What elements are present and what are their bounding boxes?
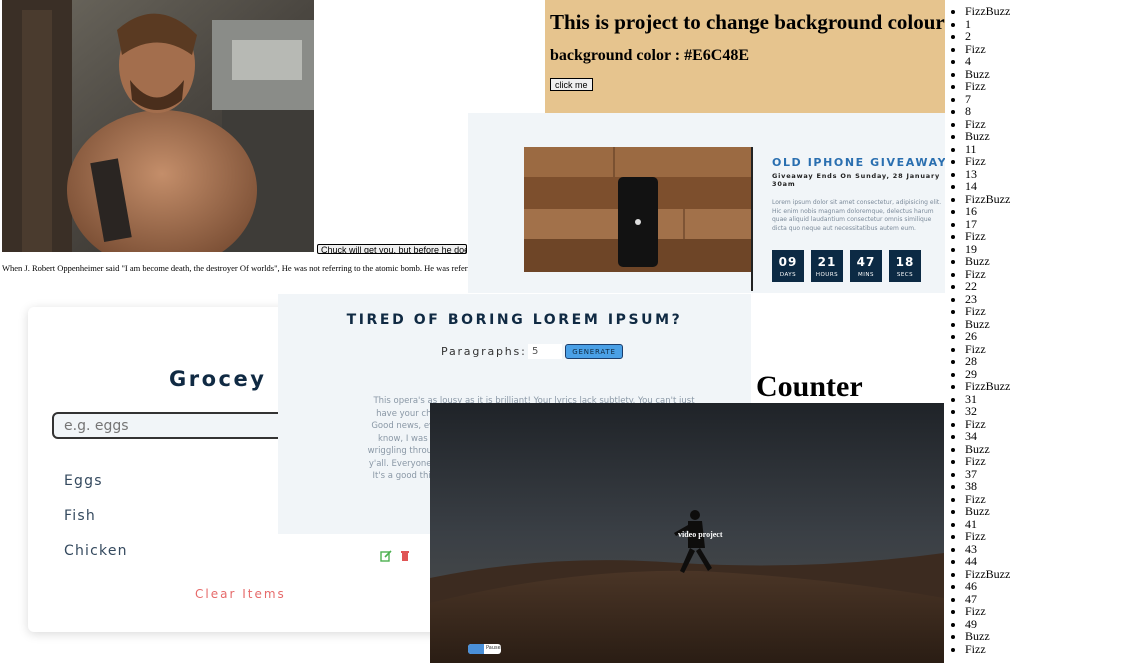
grocery-item: Chicken [64,543,128,559]
clear-items-button[interactable]: Clear Items [195,587,286,601]
fizzbuzz-item: Buzz [965,630,1010,643]
grocery-item: Eggs [64,473,103,489]
fizzbuzz-item: Fizz [965,530,1010,543]
fizzbuzz-item: Fizz [965,155,1010,168]
fizzbuzz-item: Fizz [965,455,1010,468]
countdown-label: HOURS [815,272,839,278]
fizzbuzz-item: 14 [965,180,1010,193]
fizzbuzz-item: Fizz [965,42,1010,56]
fizzbuzz-item: Buzz [965,505,1010,518]
paragraphs-label: Paragraphs: [441,345,527,358]
video-title: video project [678,530,723,539]
giveaway-description: Lorem ipsum dolor sit amet consectetur, … [772,199,942,232]
fizzbuzz-item: 34 [965,430,1010,443]
giveaway-divider [751,147,753,291]
countdown-value: 18 [895,255,915,269]
fizzbuzz-item: 7 [965,92,1010,106]
counter-panel: Counter [751,358,945,406]
generate-button[interactable]: GENERATE [565,344,623,359]
fizzbuzz-item: 44 [965,555,1010,568]
fizzbuzz-item: Fizz [965,305,1010,318]
video-toggle-switch[interactable]: Pause [468,644,501,654]
chuck-quote-text: When J. Robert Oppenheimer said "I am be… [2,263,470,273]
countdown-label: SECS [896,272,914,278]
countdown-hours: 21 HOURS [811,250,843,282]
countdown-days: 09 DAYS [772,250,804,282]
iphone-photo [524,147,752,272]
fizzbuzz-item: Fizz [965,230,1010,243]
fizzbuzz-item: 4 [965,55,1010,68]
counter-title: Counter [756,370,863,403]
fizzbuzz-item: 1 [965,17,1010,31]
edit-icon[interactable] [380,547,392,562]
fizzbuzz-item: Fizz [965,605,1010,618]
countdown-label: DAYS [779,272,797,278]
fizzbuzz-item: 22 [965,280,1010,293]
fizzbuzz-item: 46 [965,580,1010,593]
video-toggle-label: Pause [486,645,501,651]
fizzbuzz-item: Fizz [965,642,1010,656]
video-toggle-fill [468,644,484,654]
fizzbuzz-item: 28 [965,355,1010,368]
click-me-button[interactable]: click me [550,78,593,91]
countdown-value: 47 [856,255,876,269]
fizzbuzz-list: FizzBuzz12Fizz4BuzzFizz78FizzBuzz11Fizz1… [947,5,1010,655]
bg-color-label: background color : #E6C48E [550,47,749,64]
fizzbuzz-item: 38 [965,480,1010,493]
giveaway-deadline: Giveaway Ends On Sunday, 28 January 30am [772,172,940,188]
bg-project-title: This is project to change background col… [550,10,945,34]
fizzbuzz-item: 26 [965,330,1010,343]
giveaway-title: OLD IPHONE GIVEAWAY [772,156,945,169]
fizzbuzz-item: 32 [965,405,1010,418]
countdown-mins: 47 MINS [850,250,882,282]
giveaway-panel: OLD IPHONE GIVEAWAY Giveaway Ends On Sun… [468,113,945,293]
fizzbuzz-item: Buzz [965,255,1010,268]
countdown-label: MINS [858,272,874,278]
fizzbuzz-item: FizzBuzz [965,380,1010,393]
trash-icon[interactable] [399,547,411,561]
fizzbuzz-item: FizzBuzz [965,5,1010,18]
chuck-photo [2,0,314,252]
chuck-quote-button[interactable]: Chuck will get you, but before he does h… [317,244,467,254]
lorem-title: TIRED OF BORING LOREM IPSUM? [346,312,683,328]
countdown-secs: 18 SECS [889,250,921,282]
countdown-value: 09 [778,255,798,269]
bg-color-panel: This is project to change background col… [545,0,945,115]
fizzbuzz-item: 2 [965,30,1010,43]
fizzbuzz-item: Fizz [965,80,1010,93]
grocery-item: Fish [64,508,96,524]
countdown-value: 21 [817,255,837,269]
paragraphs-input[interactable] [528,344,562,359]
fizzbuzz-item: 8 [965,105,1010,118]
fizzbuzz-item: Buzz [965,130,1010,143]
fizzbuzz-item: 16 [965,205,1010,218]
video-panel: video project Pause [430,403,944,663]
